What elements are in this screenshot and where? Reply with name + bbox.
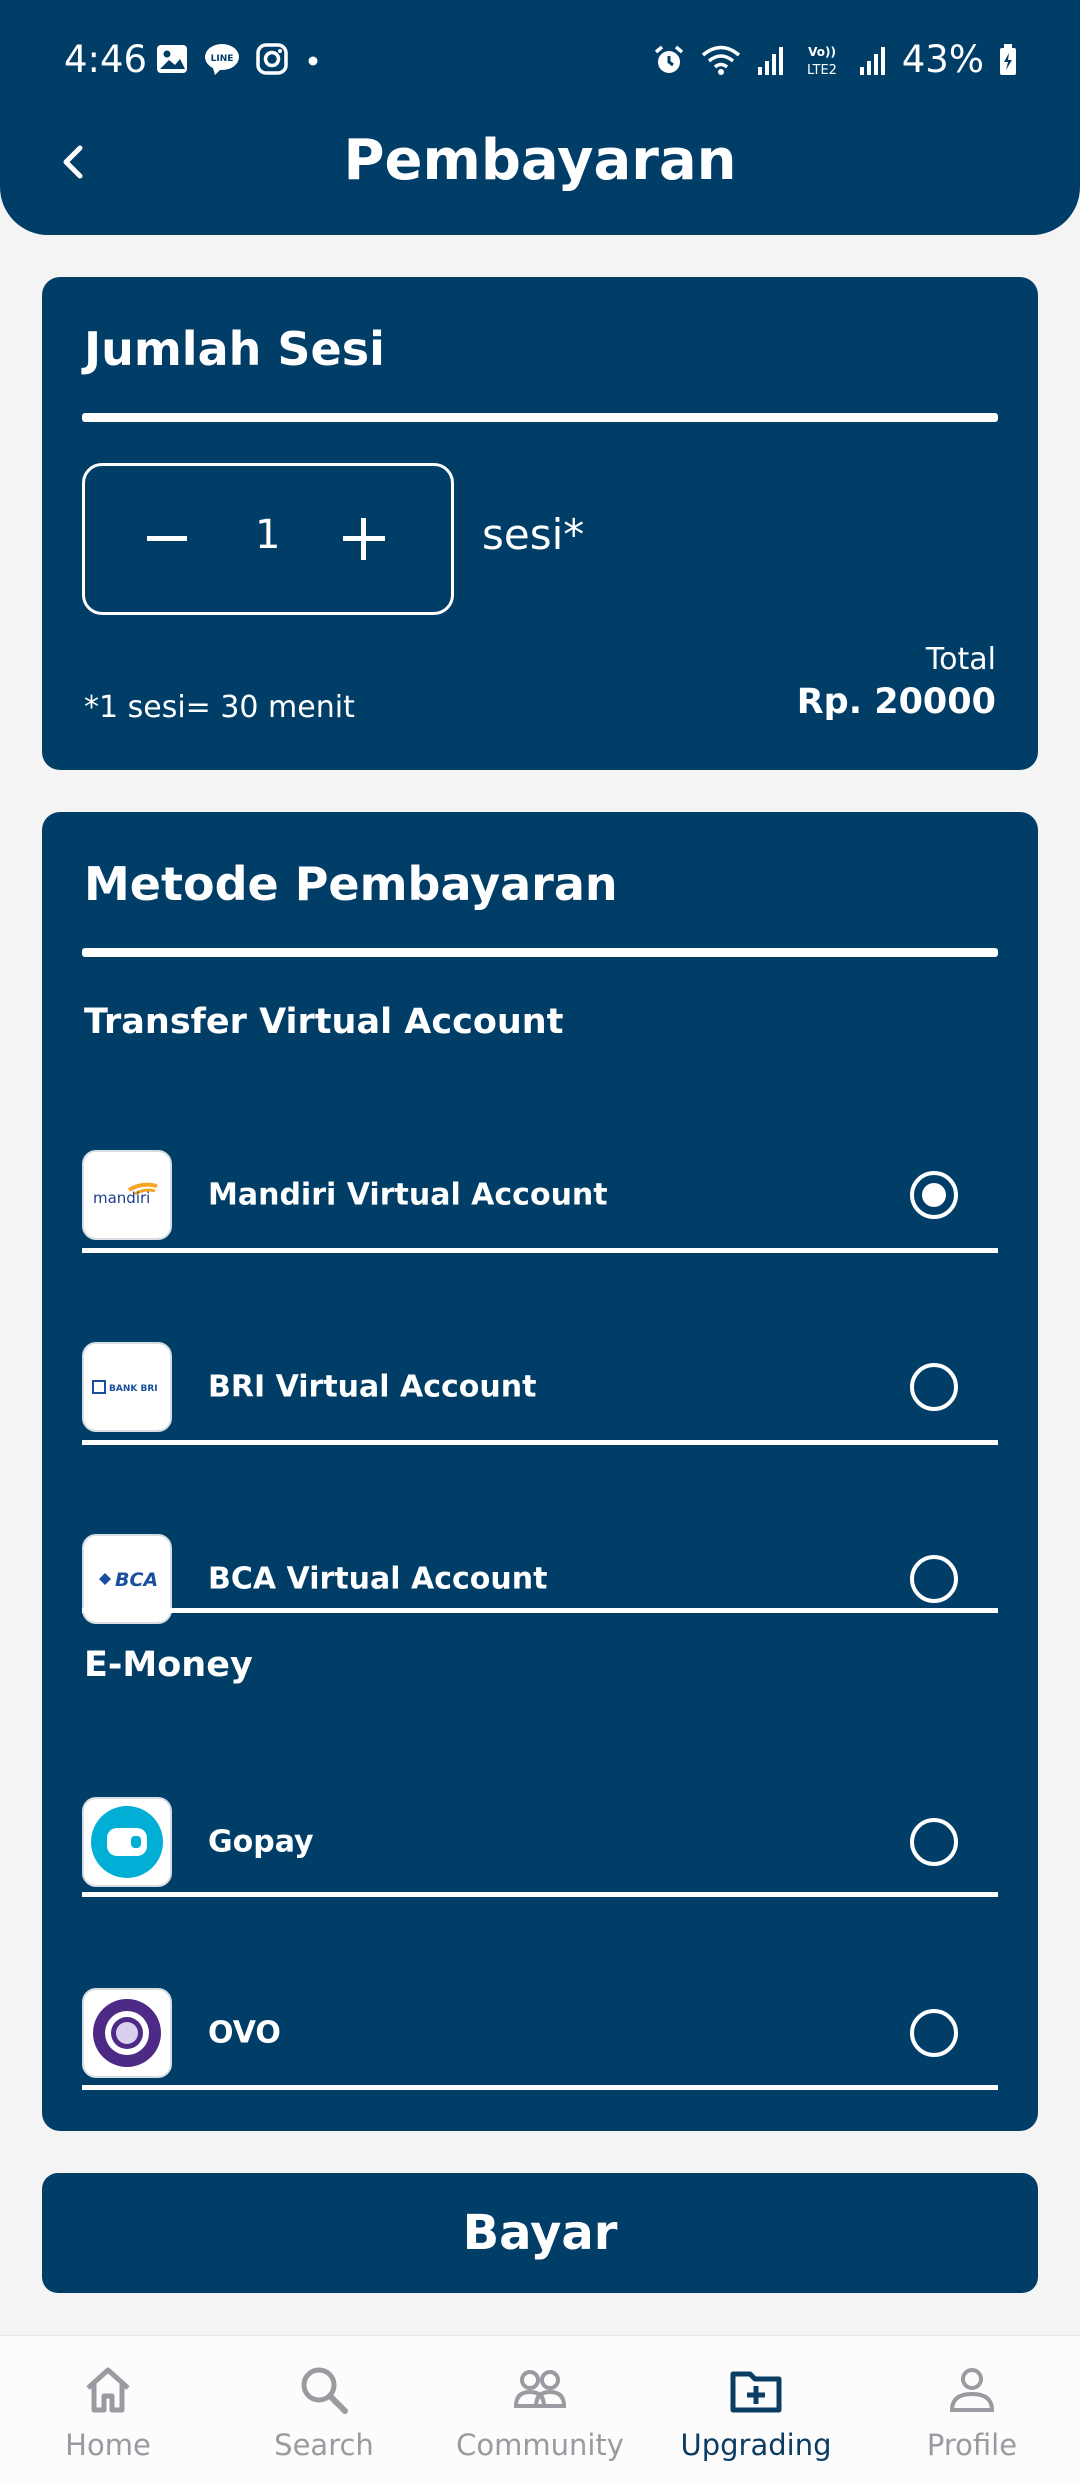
divider — [82, 948, 998, 957]
radio-unselected[interactable] — [910, 2009, 958, 2057]
radio-unselected[interactable] — [910, 1363, 958, 1411]
nav-label: Search — [274, 2428, 374, 2462]
instagram-icon — [255, 42, 289, 76]
app-header: 4:46 LINE Vo)) LTE2 43% Pembayaran — [0, 0, 1080, 235]
ovo-logo — [82, 1988, 172, 2078]
nav-item-upgrading[interactable]: Upgrading — [648, 2336, 864, 2482]
decrement-button[interactable] — [147, 536, 187, 541]
bottom-nav: Home Search Community Upgrading Profile — [0, 2335, 1080, 2482]
svg-text:Vo)): Vo)) — [808, 45, 836, 59]
home-icon — [86, 2367, 130, 2413]
payment-option-bri[interactable]: BANK BRI BRI Virtual Account — [82, 1292, 998, 1482]
nav-label: Home — [65, 2428, 151, 2462]
search-icon — [301, 2367, 348, 2414]
nav-label: Upgrading — [680, 2428, 832, 2462]
status-bar: 4:46 LINE Vo)) LTE2 43% — [0, 30, 1080, 90]
divider — [82, 1892, 998, 1897]
mandiri-logo: mandiri — [82, 1150, 172, 1240]
divider — [82, 413, 998, 422]
divider — [82, 1608, 998, 1613]
section-label-virtual-account: Transfer Virtual Account — [84, 1002, 564, 1042]
profile-icon — [949, 2368, 995, 2412]
svg-text:LINE: LINE — [211, 54, 234, 64]
nav-label: Profile — [926, 2428, 1018, 2462]
total-value: Rp. 20000 — [796, 682, 996, 722]
payment-card-title: Metode Pembayaran — [84, 857, 618, 911]
folder-plus-icon — [730, 2371, 782, 2413]
section-label-emoney: E-Money — [84, 1645, 253, 1685]
battery-percent: 43% — [901, 38, 984, 81]
session-card-title: Jumlah Sesi — [84, 322, 385, 376]
line-app-icon: LINE — [203, 42, 241, 76]
quantity-stepper: 1 — [82, 463, 454, 615]
notification-dot-icon — [303, 42, 323, 76]
svg-text:LTE2: LTE2 — [807, 63, 837, 78]
session-card: Jumlah Sesi 1 sesi* *1 sesi= 30 menit To… — [42, 277, 1038, 770]
increment-button[interactable] — [343, 518, 385, 560]
community-icon — [513, 2370, 567, 2408]
gopay-logo — [82, 1797, 172, 1887]
nav-item-search[interactable]: Search — [216, 2336, 432, 2482]
divider — [82, 2085, 998, 2090]
nav-item-home[interactable]: Home — [0, 2336, 216, 2482]
pay-button[interactable]: Bayar — [42, 2173, 1038, 2293]
payment-option-label: OVO — [208, 2015, 281, 2051]
radio-selected[interactable] — [910, 1171, 958, 1219]
divider — [82, 1440, 998, 1445]
total-label: Total — [925, 642, 996, 677]
lte-icon: Vo)) LTE2 — [800, 42, 844, 78]
svg-text:BANK BRI: BANK BRI — [109, 1384, 158, 1394]
nav-label: Community — [456, 2428, 624, 2462]
battery-icon — [998, 43, 1018, 77]
wifi-icon — [700, 43, 742, 77]
session-note: *1 sesi= 30 menit — [84, 690, 355, 725]
divider — [82, 1248, 998, 1253]
payment-option-label: BRI Virtual Account — [208, 1369, 537, 1405]
payment-method-card: Metode Pembayaran Transfer Virtual Accou… — [42, 812, 1038, 2131]
signal-2-icon — [858, 43, 888, 77]
gallery-icon — [155, 42, 189, 76]
bri-logo: BANK BRI — [82, 1342, 172, 1432]
payment-option-label: Gopay — [208, 1824, 314, 1860]
payment-option-label: BCA Virtual Account — [208, 1561, 548, 1597]
alarm-icon — [652, 43, 686, 77]
status-time: 4:46 — [64, 38, 148, 81]
svg-text:BCA: BCA — [115, 1569, 158, 1591]
unit-label: sesi* — [482, 510, 585, 559]
nav-item-community[interactable]: Community — [432, 2336, 648, 2482]
payment-option-ovo[interactable]: OVO — [82, 1938, 998, 2128]
radio-unselected[interactable] — [910, 1555, 958, 1603]
nav-item-profile[interactable]: Profile — [864, 2336, 1080, 2482]
quantity-value: 1 — [255, 512, 281, 558]
svg-text:mandiri: mandiri — [93, 1189, 150, 1207]
page-title: Pembayaran — [343, 128, 737, 193]
radio-unselected[interactable] — [910, 1818, 958, 1866]
payment-option-gopay[interactable]: Gopay — [82, 1747, 998, 1937]
payment-option-mandiri[interactable]: mandiri Mandiri Virtual Account — [82, 1100, 998, 1290]
payment-option-label: Mandiri Virtual Account — [208, 1177, 608, 1213]
signal-icon — [756, 43, 786, 77]
